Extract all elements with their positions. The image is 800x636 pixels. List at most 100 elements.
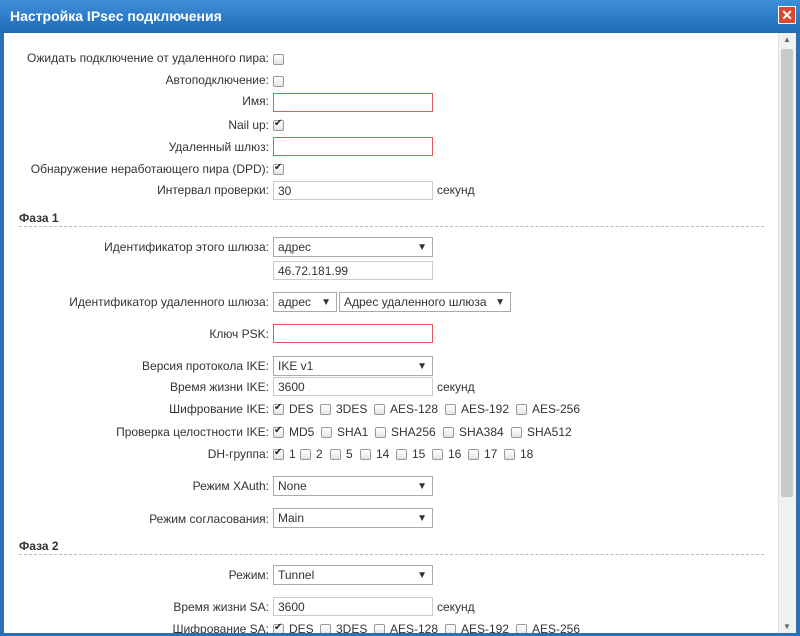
sa-enc-3des-label: 3DES — [336, 622, 368, 633]
local-id-type-value: адрес — [278, 240, 312, 254]
phase1-title: Фаза 1 — [19, 211, 59, 225]
dh-14-label: 14 — [376, 447, 390, 461]
xauth-value: None — [278, 479, 307, 493]
phase2-divider — [19, 554, 764, 555]
sa-enc-aes256-checkbox[interactable] — [516, 624, 527, 633]
negotiation-label: Режим согласования: — [149, 512, 269, 526]
chevron-down-icon: ▼ — [417, 242, 427, 253]
dh-18-checkbox[interactable] — [504, 449, 515, 460]
check-interval-unit: секунд — [437, 183, 475, 197]
mode-value: Tunnel — [278, 568, 315, 582]
sa-lifetime-input[interactable]: 3600 — [273, 597, 433, 616]
ike-int-sha256-checkbox[interactable] — [375, 427, 386, 438]
xauth-select[interactable]: None ▼ — [273, 476, 433, 496]
close-button[interactable]: ✕ — [778, 6, 796, 24]
ike-lifetime-input[interactable]: 3600 — [273, 377, 433, 396]
sa-enc-aes192-checkbox[interactable] — [445, 624, 456, 633]
scroll-down-icon[interactable]: ▼ — [783, 622, 791, 631]
remote-id-type-select[interactable]: адрес ▼ — [273, 292, 337, 312]
name-input[interactable] — [273, 93, 433, 112]
check-interval-label: Интервал проверки: — [157, 183, 269, 197]
remote-id-target-value: Адрес удаленного шлюза — [344, 295, 487, 309]
remote-id-target-select[interactable]: Адрес удаленного шлюза ▼ — [339, 292, 511, 312]
negotiation-value: Main — [278, 511, 305, 525]
xauth-label: Режим XAuth: — [192, 479, 269, 493]
check-interval-input[interactable]: 30 — [273, 181, 433, 200]
sa-enc-aes192-label: AES-192 — [461, 622, 510, 633]
window-title: Настройка IPsec подключения — [10, 8, 222, 24]
dh-1-label: 1 — [289, 447, 296, 461]
dh-2-label: 2 — [316, 447, 323, 461]
ike-enc-aes128-label: AES-128 — [390, 402, 439, 416]
ike-int-md5-label: MD5 — [289, 425, 315, 439]
ike-enc-3des-checkbox[interactable] — [320, 404, 331, 415]
ike-int-sha384-label: SHA384 — [459, 425, 504, 439]
chevron-down-icon: ▼ — [417, 570, 427, 581]
wait-peer-checkbox[interactable] — [273, 54, 284, 65]
psk-input[interactable] — [273, 324, 433, 343]
name-label: Имя: — [242, 94, 269, 108]
ike-int-sha384-checkbox[interactable] — [443, 427, 454, 438]
ike-int-sha512-checkbox[interactable] — [511, 427, 522, 438]
ike-int-sha1-label: SHA1 — [337, 425, 369, 439]
ike-integrity-label: Проверка целостности IKE: — [116, 425, 269, 439]
dh-14-checkbox[interactable] — [360, 449, 371, 460]
window-titlebar: Настройка IPsec подключения ✕ — [0, 0, 800, 33]
dh-2-checkbox[interactable] — [300, 449, 311, 460]
local-id-value-input[interactable]: 46.72.181.99 — [273, 261, 433, 280]
wait-peer-label: Ожидать подключение от удаленного пира: — [27, 51, 269, 65]
dh-group-label: DH-группа: — [207, 447, 269, 461]
dialog-content: Ожидать подключение от удаленного пира: … — [4, 33, 796, 633]
chevron-down-icon: ▼ — [495, 297, 505, 308]
vertical-scrollbar[interactable]: ▲ ▼ — [778, 33, 796, 633]
sa-enc-aes128-label: AES-128 — [390, 622, 439, 633]
local-id-label: Идентификатор этого шлюза: — [104, 240, 269, 254]
ike-enc-aes128-checkbox[interactable] — [374, 404, 385, 415]
phase2-title: Фаза 2 — [19, 539, 59, 553]
remote-id-label: Идентификатор удаленного шлюза: — [69, 295, 269, 309]
sa-enc-des-label: DES — [289, 622, 314, 633]
dh-17-checkbox[interactable] — [468, 449, 479, 460]
ike-enc-des-checkbox[interactable] — [273, 402, 284, 415]
dh-5-checkbox[interactable] — [330, 449, 341, 460]
sa-enc-des-checkbox[interactable] — [273, 622, 284, 633]
ike-version-value: IKE v1 — [278, 359, 314, 373]
phase1-divider — [19, 226, 764, 227]
ike-enc-des-label: DES — [289, 402, 314, 416]
sa-enc-aes128-checkbox[interactable] — [374, 624, 385, 633]
ike-lifetime-label: Время жизни IKE: — [169, 380, 269, 394]
dpd-checkbox[interactable] — [273, 162, 284, 175]
local-id-type-select[interactable]: адрес ▼ — [273, 237, 433, 257]
auto-connect-checkbox[interactable] — [273, 76, 284, 87]
psk-label: Ключ PSK: — [209, 327, 269, 341]
mode-select[interactable]: Tunnel ▼ — [273, 565, 433, 585]
negotiation-select[interactable]: Main ▼ — [273, 508, 433, 528]
ike-enc-aes192-label: AES-192 — [461, 402, 510, 416]
nail-up-checkbox[interactable] — [273, 118, 284, 131]
dh-15-checkbox[interactable] — [396, 449, 407, 460]
remote-id-type-value: адрес — [278, 295, 312, 309]
sa-encryption-label: Шифрование SA: — [172, 622, 269, 633]
ike-int-sha512-label: SHA512 — [527, 425, 572, 439]
sa-enc-3des-checkbox[interactable] — [320, 624, 331, 633]
ike-int-md5-checkbox[interactable] — [273, 425, 284, 438]
dh-16-label: 16 — [448, 447, 462, 461]
ike-enc-aes192-checkbox[interactable] — [445, 404, 456, 415]
chevron-down-icon: ▼ — [417, 481, 427, 492]
dh-1-checkbox[interactable] — [273, 447, 284, 460]
ike-enc-aes256-label: AES-256 — [532, 402, 581, 416]
scroll-up-icon[interactable]: ▲ — [783, 35, 791, 44]
ike-version-label: Версия протокола IKE: — [142, 359, 269, 373]
scrollbar-thumb[interactable] — [781, 49, 793, 497]
dpd-label: Обнаружение неработающего пира (DPD): — [30, 162, 269, 176]
remote-gateway-input[interactable] — [273, 137, 433, 156]
ike-version-select[interactable]: IKE v1 ▼ — [273, 356, 433, 376]
dh-17-label: 17 — [484, 447, 498, 461]
ike-enc-aes256-checkbox[interactable] — [516, 404, 527, 415]
ike-int-sha1-checkbox[interactable] — [321, 427, 332, 438]
auto-connect-label: Автоподключение: — [165, 73, 269, 87]
chevron-down-icon: ▼ — [417, 513, 427, 524]
dh-16-checkbox[interactable] — [432, 449, 443, 460]
dh-5-label: 5 — [346, 447, 353, 461]
close-icon: ✕ — [781, 7, 793, 23]
